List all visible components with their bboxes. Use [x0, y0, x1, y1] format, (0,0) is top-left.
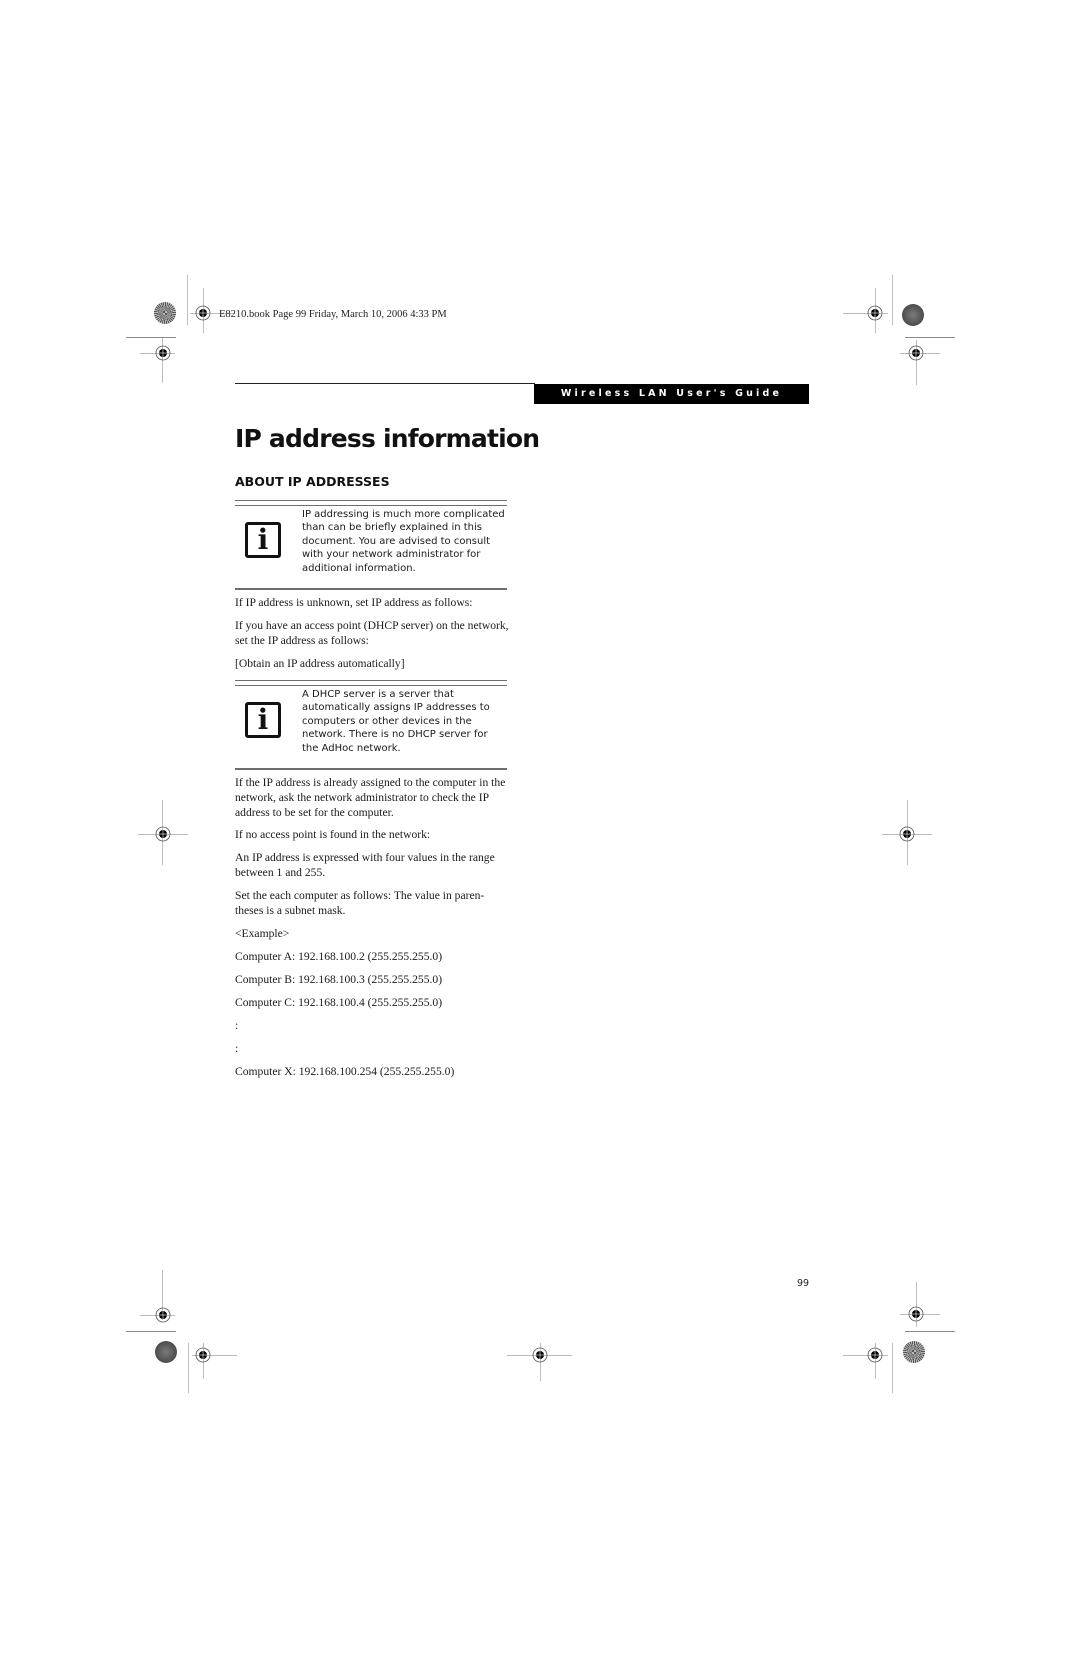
note-bottom-rule: [235, 768, 507, 770]
registration-mark-icon: [865, 1345, 885, 1365]
example-line: Computer X: 192.168.100.254 (255.255.255…: [235, 1065, 455, 1078]
paragraph: If IP address is unknown, set IP address…: [235, 596, 473, 609]
crop-mark: [126, 1331, 176, 1332]
paragraph: If the IP address is already assigned to…: [235, 776, 506, 819]
example-line: Computer B: 192.168.100.3 (255.255.255.0…: [235, 973, 443, 986]
registration-mark-icon: [193, 1345, 213, 1365]
info-note: i IP addressing is much more complicated…: [235, 500, 507, 590]
note-bottom-rule: [235, 588, 507, 590]
paragraph: Set the each computer as follows: The va…: [235, 889, 485, 917]
color-bar-starburst: [154, 302, 176, 324]
section-title: ABOUT IP ADDRESSES: [235, 474, 390, 489]
example-line: Computer C: 192.168.100.4 (255.255.255.0…: [235, 996, 443, 1009]
registration-mark-icon: [906, 343, 926, 363]
paragraph: An IP address is expressed with four val…: [235, 851, 495, 879]
color-bar-starburst: [903, 1341, 925, 1363]
note-text: IP addressing is much more complicated t…: [302, 509, 505, 574]
info-icon: i: [245, 702, 281, 738]
example-line: :: [235, 1019, 239, 1032]
note-text: A DHCP server is a server that automatic…: [302, 689, 490, 754]
crop-mark: [188, 1343, 189, 1393]
registration-mark-icon: [865, 303, 885, 323]
crop-mark: [892, 275, 893, 325]
registration-mark-icon: [530, 1345, 550, 1365]
page-title: IP address information: [235, 424, 540, 453]
registration-mark-icon: [153, 343, 173, 363]
running-header: Wireless LAN User's Guide: [534, 384, 809, 404]
example-line: Computer A: 192.168.100.2 (255.255.255.0…: [235, 950, 443, 963]
page-number: 99: [797, 1278, 810, 1289]
crop-mark: [905, 1331, 955, 1332]
paragraph: [Obtain an IP address automatically]: [235, 657, 405, 670]
color-bar-disc: [155, 1341, 177, 1363]
color-bar-disc: [902, 304, 924, 326]
registration-mark-icon: [193, 303, 213, 323]
paragraph: If you have an access point (DHCP server…: [235, 619, 509, 647]
registration-mark-icon: [153, 824, 173, 844]
crop-mark: [892, 1343, 893, 1393]
header-rule: [235, 383, 535, 384]
info-note: i A DHCP server is a server that automat…: [235, 680, 507, 770]
registration-mark-icon: [153, 1305, 173, 1325]
info-icon: i: [245, 522, 281, 558]
registration-mark-icon: [897, 824, 917, 844]
print-slug: E8210.book Page 99 Friday, March 10, 200…: [219, 309, 447, 320]
example-line: :: [235, 1042, 239, 1055]
example-heading: <Example>: [235, 927, 290, 940]
crop-mark: [905, 337, 955, 338]
registration-mark-icon: [906, 1304, 926, 1324]
crop-mark: [126, 337, 176, 338]
paragraph: If no access point is found in the netwo…: [235, 828, 431, 841]
crop-mark: [187, 275, 188, 325]
